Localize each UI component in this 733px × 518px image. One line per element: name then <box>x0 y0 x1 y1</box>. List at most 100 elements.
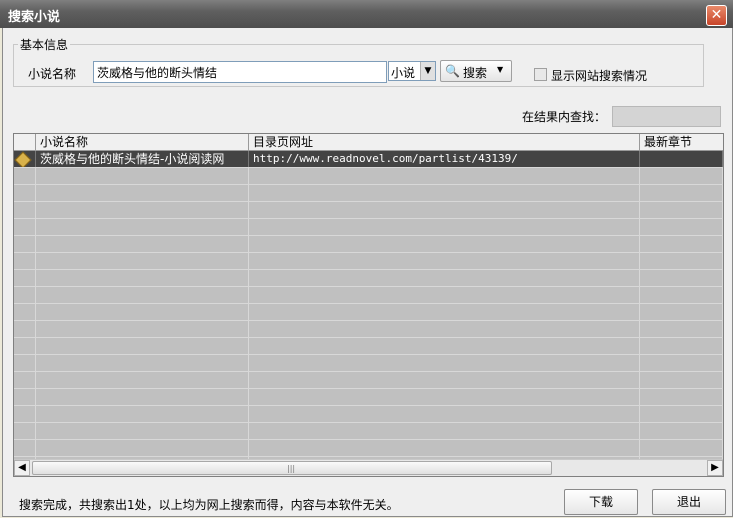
table-row[interactable] <box>14 202 723 219</box>
grid-body: 茨威格与他的断头情结-小说阅读网 http://www.readnovel.com… <box>14 151 723 460</box>
table-row[interactable] <box>14 219 723 236</box>
grid-header: 小说名称 目录页网址 最新章节 <box>14 134 723 151</box>
empty-cell <box>249 236 640 252</box>
download-button[interactable]: 下载 <box>564 489 638 515</box>
header-latest-chapter[interactable]: 最新章节 <box>640 134 723 150</box>
empty-cell <box>36 423 249 439</box>
empty-cell <box>640 202 723 218</box>
horizontal-scrollbar[interactable]: ◀ ||| ▶ <box>14 459 723 476</box>
empty-cell <box>14 219 36 235</box>
find-in-results-input[interactable] <box>612 106 721 127</box>
table-row[interactable] <box>14 389 723 406</box>
header-icon-col <box>14 134 36 150</box>
dropdown-arrow-icon: ▼ <box>497 65 504 74</box>
empty-cell <box>640 440 723 456</box>
empty-cell <box>249 168 640 184</box>
window-body: 基本信息 小说名称 小说 ▼ 🔍 搜索 ▼ 显示网站搜索情况 在结果内查找： 小… <box>2 28 733 517</box>
table-row[interactable] <box>14 304 723 321</box>
empty-cell <box>36 185 249 201</box>
novel-name-input[interactable] <box>93 61 387 83</box>
exit-button[interactable]: 退出 <box>652 489 726 515</box>
empty-cell <box>249 440 640 456</box>
table-row[interactable] <box>14 236 723 253</box>
empty-cell <box>36 236 249 252</box>
search-button-label: 搜索 <box>463 66 488 80</box>
empty-cell <box>640 372 723 388</box>
empty-cell <box>14 168 36 184</box>
empty-cell <box>36 406 249 422</box>
table-row[interactable] <box>14 440 723 457</box>
empty-cell <box>249 423 640 439</box>
empty-cell <box>249 185 640 201</box>
empty-cell <box>14 236 36 252</box>
empty-cell <box>14 202 36 218</box>
show-search-checkbox[interactable] <box>534 68 547 81</box>
empty-cell <box>36 202 249 218</box>
table-row[interactable]: 茨威格与他的断头情结-小说阅读网 http://www.readnovel.com… <box>14 151 723 168</box>
table-row[interactable] <box>14 355 723 372</box>
novel-type-select[interactable]: 小说 ▼ <box>388 61 436 81</box>
scroll-left-button[interactable]: ◀ <box>14 460 30 476</box>
empty-cell <box>14 440 36 456</box>
table-row[interactable] <box>14 372 723 389</box>
table-row[interactable] <box>14 423 723 440</box>
basic-info-legend: 基本信息 <box>20 38 69 52</box>
empty-cell <box>249 253 640 269</box>
empty-cell <box>249 338 640 354</box>
table-row[interactable] <box>14 338 723 355</box>
empty-cell <box>640 253 723 269</box>
empty-cell <box>640 423 723 439</box>
results-grid[interactable]: 小说名称 目录页网址 最新章节 茨威格与他的断头情结-小说阅读网 http://w… <box>13 133 724 477</box>
close-icon: ✕ <box>710 7 723 23</box>
empty-cell <box>36 372 249 388</box>
empty-cell <box>640 287 723 303</box>
scroll-right-button[interactable]: ▶ <box>707 460 723 476</box>
empty-cell <box>640 338 723 354</box>
show-search-label: 显示网站搜索情况 <box>551 69 648 83</box>
empty-cell <box>14 372 36 388</box>
empty-cell <box>36 219 249 235</box>
empty-cell <box>14 321 36 337</box>
empty-cell <box>640 321 723 337</box>
novel-name-cell: 茨威格与他的断头情结-小说阅读网 <box>36 151 249 167</box>
chevron-down-icon: ▼ <box>420 62 435 80</box>
table-row[interactable] <box>14 287 723 304</box>
empty-cell <box>249 219 640 235</box>
empty-cell <box>640 219 723 235</box>
empty-cell <box>14 338 36 354</box>
empty-cell <box>36 321 249 337</box>
empty-cell <box>36 304 249 320</box>
header-novel-name[interactable]: 小说名称 <box>36 134 249 150</box>
empty-cell <box>640 389 723 405</box>
empty-cell <box>249 372 640 388</box>
close-button[interactable]: ✕ <box>706 5 727 26</box>
empty-cell <box>14 304 36 320</box>
empty-cell <box>249 355 640 371</box>
table-row[interactable] <box>14 270 723 287</box>
empty-cell <box>14 406 36 422</box>
empty-cell <box>36 440 249 456</box>
empty-cell <box>640 185 723 201</box>
empty-cell <box>14 355 36 371</box>
search-button[interactable]: 🔍 搜索 ▼ <box>440 60 512 82</box>
novel-name-label: 小说名称 <box>28 67 77 81</box>
empty-cell <box>36 389 249 405</box>
header-catalog-url[interactable]: 目录页网址 <box>249 134 640 150</box>
table-row[interactable] <box>14 185 723 202</box>
empty-cell <box>36 253 249 269</box>
table-row[interactable] <box>14 321 723 338</box>
empty-cell <box>14 423 36 439</box>
magnifier-icon: 🔍 <box>445 64 460 78</box>
empty-cell <box>36 270 249 286</box>
table-row[interactable] <box>14 253 723 270</box>
table-row[interactable] <box>14 168 723 185</box>
grip-icon: ||| <box>287 464 296 473</box>
table-row[interactable] <box>14 406 723 423</box>
empty-cell <box>249 406 640 422</box>
empty-cell <box>249 321 640 337</box>
empty-cell <box>14 185 36 201</box>
empty-cell <box>36 287 249 303</box>
empty-cell <box>640 236 723 252</box>
scrollbar-thumb[interactable]: ||| <box>32 461 552 475</box>
empty-cell <box>640 270 723 286</box>
